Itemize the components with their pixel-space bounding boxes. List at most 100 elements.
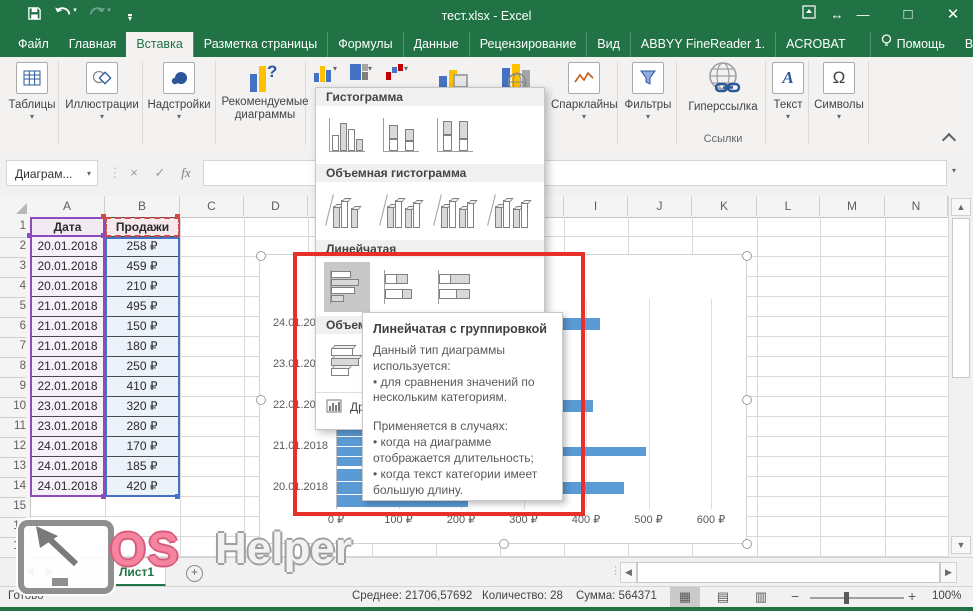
row-header-11[interactable]: 11 — [0, 417, 26, 438]
insert-function-button[interactable]: fx — [174, 160, 198, 186]
cell-B14[interactable]: 420 ₽ — [105, 477, 180, 497]
row-header-6[interactable]: 6 — [0, 317, 26, 338]
cell-A4[interactable]: 20.01.2018 — [30, 277, 105, 297]
cell-B5[interactable]: 495 ₽ — [105, 297, 180, 317]
column-header-J[interactable]: J — [628, 196, 692, 216]
column-header-M[interactable]: M — [820, 196, 885, 216]
cell-A10[interactable]: 23.01.2018 — [30, 397, 105, 417]
row-header-3[interactable]: 3 — [0, 257, 26, 278]
recommended-charts-button[interactable]: ? Рекомендуемые диаграммы — [214, 62, 316, 122]
zoom-slider-thumb[interactable] — [844, 592, 849, 604]
tab-файл[interactable]: Файл — [8, 32, 59, 57]
sparklines-button[interactable]: Спарклайны ▾ — [551, 62, 617, 121]
column-header-A[interactable]: A — [30, 196, 105, 216]
cell-A8[interactable]: 21.01.2018 — [30, 357, 105, 377]
hscroll-thumb[interactable] — [637, 562, 940, 583]
tab-рецензирование[interactable]: Рецензирование — [469, 32, 587, 57]
column-header-D[interactable]: D — [244, 196, 308, 216]
charttype-bar-stacked-icon[interactable] — [378, 262, 424, 312]
close-button[interactable]: ✕ — [936, 0, 970, 32]
vertical-scrollbar[interactable]: ▲ ▼ — [948, 196, 973, 557]
charttype-col-stacked100-icon[interactable] — [432, 110, 478, 160]
cell-B6[interactable]: 150 ₽ — [105, 317, 180, 337]
tab-вставка[interactable]: Вставка — [126, 32, 192, 57]
cell-A1[interactable]: Дата — [30, 217, 105, 237]
cell-B4[interactable]: 210 ₽ — [105, 277, 180, 297]
zoom-in-button[interactable]: + — [908, 588, 916, 604]
charttype-col3d-full-icon[interactable] — [486, 186, 532, 236]
row-header-13[interactable]: 13 — [0, 457, 26, 478]
tab-acrobat[interactable]: ACROBAT — [775, 32, 856, 57]
chart-selection-handle[interactable] — [256, 395, 266, 405]
select-all-corner[interactable] — [16, 203, 27, 214]
tab-формулы[interactable]: Формулы — [327, 32, 402, 57]
column-header-K[interactable]: K — [692, 196, 757, 216]
hscroll-right-icon[interactable]: ▶ — [940, 562, 957, 583]
insert-hierarchy-chart-button[interactable]: ▾ — [350, 64, 384, 86]
chart-selection-handle[interactable] — [742, 251, 752, 261]
cell-B1[interactable]: Продажи — [105, 217, 180, 237]
cell-A9[interactable]: 22.01.2018 — [30, 377, 105, 397]
vscroll-thumb[interactable] — [952, 218, 970, 378]
cell-B8[interactable]: 250 ₽ — [105, 357, 180, 377]
row-header-14[interactable]: 14 — [0, 477, 26, 498]
charttype-col-stacked-icon[interactable] — [378, 110, 424, 160]
column-header-I[interactable]: I — [564, 196, 628, 216]
tab-разметка-страницы[interactable]: Разметка страницы — [193, 32, 327, 57]
row-header-2[interactable]: 2 — [0, 237, 26, 258]
tab-главная[interactable]: Главная — [59, 32, 127, 57]
cell-B9[interactable]: 410 ₽ — [105, 377, 180, 397]
cell-A12[interactable]: 24.01.2018 — [30, 437, 105, 457]
cell-B12[interactable]: 170 ₽ — [105, 437, 180, 457]
insert-waterfall-chart-button[interactable]: ▾ — [386, 64, 420, 86]
symbols-button[interactable]: Ω Символы ▾ — [812, 62, 866, 121]
scroll-down-icon[interactable]: ▼ — [951, 536, 971, 554]
cell-A11[interactable]: 23.01.2018 — [30, 417, 105, 437]
tab-вид[interactable]: Вид — [586, 32, 630, 57]
row-header-12[interactable]: 12 — [0, 437, 26, 458]
column-header-L[interactable]: L — [757, 196, 820, 216]
cell-B13[interactable]: 185 ₽ — [105, 457, 180, 477]
cell-B3[interactable]: 459 ₽ — [105, 257, 180, 277]
charttype-col3d-clustered-icon[interactable] — [324, 186, 370, 236]
row-header-1[interactable]: 1 — [0, 217, 26, 238]
row-header-5[interactable]: 5 — [0, 297, 26, 318]
view-normal-button[interactable]: ▦ — [670, 587, 700, 607]
cell-A5[interactable]: 21.01.2018 — [30, 297, 105, 317]
row-header-9[interactable]: 9 — [0, 377, 26, 398]
text-button[interactable]: A Текст ▾ — [769, 62, 807, 121]
cell-A14[interactable]: 24.01.2018 — [30, 477, 105, 497]
cell-A2[interactable]: 20.01.2018 — [30, 237, 105, 257]
tab-данные[interactable]: Данные — [403, 32, 469, 57]
tables-button[interactable]: Таблицы ▾ — [6, 62, 58, 121]
formula-bar-expand-icon[interactable]: ▾ — [952, 166, 956, 175]
charttype-bar-clustered-icon[interactable] — [324, 262, 370, 312]
row-header-8[interactable]: 8 — [0, 357, 26, 378]
chart-selection-handle[interactable] — [499, 539, 509, 549]
chart-selection-handle[interactable] — [742, 395, 752, 405]
row-header-4[interactable]: 4 — [0, 277, 26, 298]
cell-A6[interactable]: 21.01.2018 — [30, 317, 105, 337]
column-header-N[interactable]: N — [885, 196, 948, 216]
column-header-C[interactable]: C — [180, 196, 244, 216]
row-header-7[interactable]: 7 — [0, 337, 26, 358]
name-box[interactable]: Диаграм... ▾ — [6, 160, 98, 186]
hyperlink-button[interactable]: Гиперссылка — [680, 60, 766, 114]
charttype-bar-stacked100-icon[interactable] — [432, 262, 478, 312]
cancel-entry-icon[interactable]: × — [122, 160, 146, 186]
confirm-entry-icon[interactable]: ✓ — [148, 160, 172, 186]
row-header-10[interactable]: 10 — [0, 397, 26, 418]
addins-button[interactable]: Надстройки ▾ — [144, 62, 214, 121]
charttype-col-clustered-icon[interactable] — [324, 110, 370, 160]
cell-A3[interactable]: 20.01.2018 — [30, 257, 105, 277]
hscroll-left-icon[interactable]: ◀ — [620, 562, 637, 583]
zoom-slider-track[interactable] — [810, 597, 904, 599]
illustrations-button[interactable]: Иллюстрации ▾ — [64, 62, 140, 121]
cell-B2[interactable]: 258 ₽ — [105, 237, 180, 257]
charttype-col3d-stacked-icon[interactable] — [378, 186, 424, 236]
filters-button[interactable]: Фильтры ▾ — [622, 62, 674, 121]
cell-B7[interactable]: 180 ₽ — [105, 337, 180, 357]
chart-selection-handle[interactable] — [256, 251, 266, 261]
row-header-15[interactable]: 15 — [0, 497, 26, 518]
maximize-button[interactable]: □ — [891, 0, 925, 32]
